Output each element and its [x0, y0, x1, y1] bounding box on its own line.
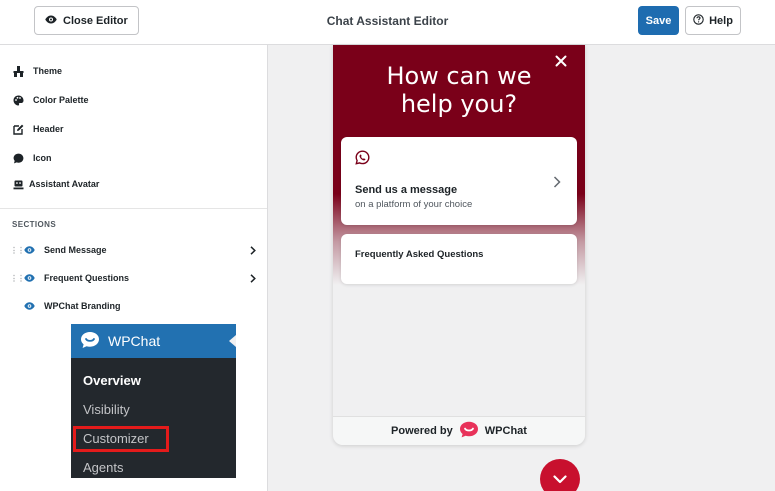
sidebar-item-label: Icon	[33, 153, 52, 163]
powered-by-label: Powered by	[391, 425, 453, 437]
send-message-card[interactable]: Send us a message on a platform of your …	[341, 137, 577, 225]
message-card-subtitle: on a platform of your choice	[355, 199, 473, 210]
chevron-right-icon[interactable]	[248, 245, 258, 255]
sidebar-item-assistant-avatar[interactable]: Assistant Avatar	[12, 178, 99, 190]
palette-icon	[12, 94, 24, 106]
powered-by-footer: Powered by WPChat	[333, 416, 585, 445]
sidebar-item-label: Theme	[33, 66, 63, 76]
help-label: Help	[709, 14, 733, 27]
robot-icon	[12, 178, 24, 190]
eye-icon[interactable]	[24, 246, 36, 254]
chevron-right-icon	[553, 175, 561, 193]
chat-bubble-icon	[12, 152, 24, 164]
wp-menu-header[interactable]: WPChat	[71, 324, 236, 358]
section-label: Send Message	[44, 245, 107, 255]
whatsapp-icon	[355, 150, 370, 170]
sidebar-item-icon[interactable]: Icon	[12, 152, 52, 164]
eye-icon[interactable]	[24, 302, 36, 310]
section-row-wpchat-branding[interactable]: WPChat Branding	[10, 297, 258, 315]
wp-menu-brand: WPChat	[108, 333, 161, 349]
wp-admin-menu: WPChat Overview Visibility Customizer Ag…	[71, 324, 236, 478]
chat-toggle-button[interactable]	[540, 459, 580, 491]
edit-icon	[12, 123, 24, 135]
save-button[interactable]: Save	[638, 6, 679, 35]
menu-notch	[229, 335, 236, 347]
sidebar-item-theme[interactable]: Theme	[12, 65, 62, 77]
faq-card-title: Frequently Asked Questions	[355, 249, 484, 260]
chat-widget-preview: How can we help you? Send us a message o…	[333, 45, 585, 445]
section-label: Frequent Questions	[44, 273, 130, 283]
sidebar-item-label: Header	[33, 124, 64, 134]
chevron-down-icon	[553, 471, 567, 489]
brush-icon	[12, 65, 24, 77]
sidebar-item-label: Color Palette	[33, 95, 89, 105]
chevron-right-icon[interactable]	[248, 273, 258, 283]
customizer-highlight	[73, 426, 169, 452]
top-bar: Close Editor Chat Assistant Editor Save …	[0, 0, 775, 45]
wpchat-logo-icon	[459, 421, 479, 441]
message-card-title: Send us a message	[355, 184, 458, 196]
eye-icon[interactable]	[24, 274, 36, 282]
footer-brand: WPChat	[484, 425, 527, 437]
drag-handle-icon[interactable]: ⋮⋮	[10, 274, 25, 283]
widget-title-line1: How can we	[386, 62, 532, 90]
drag-handle-icon[interactable]: ⋮⋮	[10, 246, 25, 255]
help-icon	[693, 13, 704, 28]
sections-heading: SECTIONS	[12, 220, 57, 229]
sidebar-divider	[0, 208, 267, 209]
section-label: WPChat Branding	[44, 301, 121, 311]
help-button[interactable]: Help	[685, 6, 741, 35]
sidebar-item-label: Assistant Avatar	[29, 179, 100, 189]
wpchat-logo-icon	[80, 331, 100, 352]
widget-title: How can we help you?	[333, 62, 585, 118]
wp-menu-item-overview[interactable]: Overview	[83, 373, 141, 388]
section-row-frequent-questions[interactable]: ⋮⋮ Frequent Questions	[10, 269, 258, 287]
widget-title-line2: help you?	[400, 90, 518, 118]
section-row-send-message[interactable]: ⋮⋮ Send Message	[10, 241, 258, 259]
faq-card[interactable]: Frequently Asked Questions	[341, 234, 577, 284]
wp-menu-item-visibility[interactable]: Visibility	[83, 402, 130, 417]
sidebar-item-color-palette[interactable]: Color Palette	[12, 94, 89, 106]
wp-menu-item-agents[interactable]: Agents	[83, 460, 123, 475]
sidebar-item-header[interactable]: Header	[12, 123, 64, 135]
